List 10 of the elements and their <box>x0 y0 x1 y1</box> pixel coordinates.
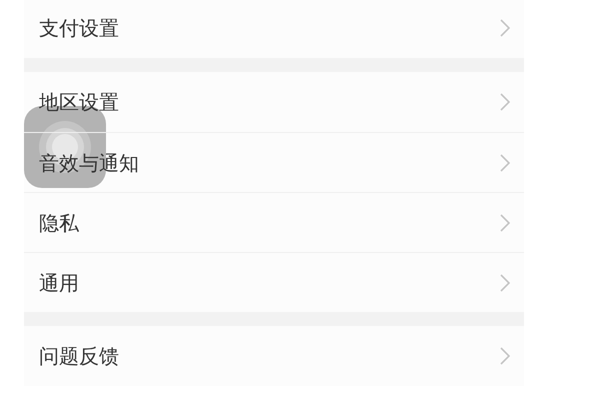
settings-item[interactable]: 隐私 <box>24 192 524 252</box>
settings-item[interactable]: 地区设置 <box>24 72 524 132</box>
settings-item[interactable]: 问题反馈 <box>24 326 524 386</box>
settings-item[interactable]: 支付设置 <box>24 0 524 58</box>
chevron-icon <box>500 214 510 232</box>
chevron-icon <box>500 274 510 292</box>
chevron-icon <box>500 93 510 111</box>
chevron-icon <box>500 19 510 37</box>
chevron-icon <box>500 154 510 172</box>
chevron-icon <box>500 347 510 365</box>
